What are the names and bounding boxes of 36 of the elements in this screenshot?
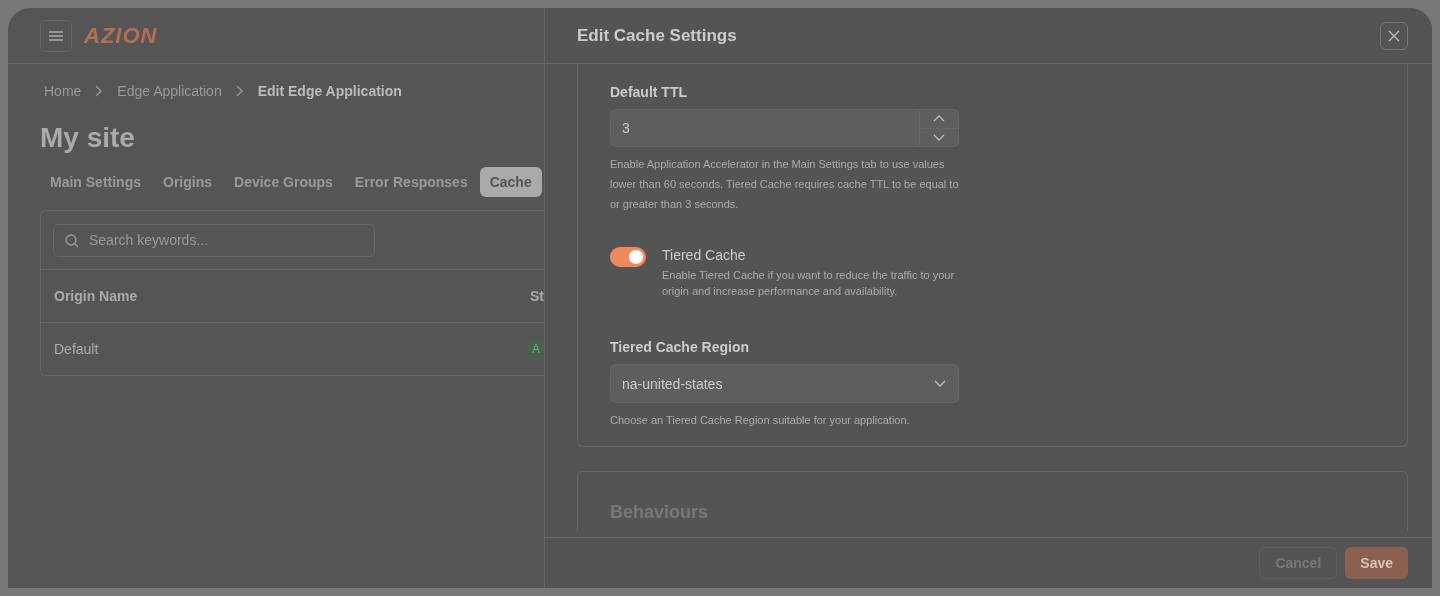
save-button[interactable]: Save: [1345, 547, 1408, 579]
tab[interactable]: Error Responses: [344, 167, 478, 197]
help-text: Enable Tiered Cache if you want to reduce the traffic to your origin and increase performance and availability.: [662, 268, 956, 299]
help-text: Enable Application Accelerator in the Main Settings tab to use values lower than 60 seconds. Tiered Cache requires cache TTL to be equal to or greater than 3 seconds.: [610, 157, 960, 212]
page-title: My site: [40, 121, 136, 155]
breadcrumb-link[interactable]: Home: [44, 83, 82, 99]
table-cell: Default: [54, 341, 99, 357]
logo[interactable]: AZION: [84, 22, 158, 49]
search-field[interactable]: Search keywords...: [53, 223, 375, 257]
number-field[interactable]: 3: [610, 109, 959, 147]
chevron-right-icon: [95, 85, 104, 97]
help-text: Choose an Tiered Cache Region suitable for your application.: [610, 413, 911, 428]
menu-button[interactable]: [40, 19, 72, 52]
tab[interactable]: Cache: [479, 167, 542, 197]
tab[interactable]: Origins: [153, 167, 223, 197]
chevron-up-icon: [933, 115, 945, 123]
field-label: Tiered Cache Region: [610, 339, 750, 355]
column-header: St: [530, 288, 544, 304]
breadcrumb-link[interactable]: Edge Application: [117, 83, 222, 99]
toggle-switch[interactable]: [610, 247, 646, 267]
menu-icon: [49, 30, 63, 41]
drawer-title: Edit Cache Settings: [577, 25, 737, 46]
tab[interactable]: Device Groups: [224, 167, 343, 197]
chevron-down-icon: [934, 380, 946, 387]
search-icon: [65, 233, 79, 248]
field-label: Default TTL: [610, 84, 688, 100]
column-header: Origin Name: [54, 288, 138, 304]
close-icon: [1388, 29, 1400, 42]
tab[interactable]: Main Settings: [40, 167, 151, 197]
chevron-right-icon: [235, 85, 244, 97]
close-button[interactable]: [1380, 21, 1408, 50]
breadcrumb-link[interactable]: Edit Edge Application: [257, 83, 402, 99]
region-dropdown[interactable]: na-united-states: [610, 364, 959, 403]
toggle-label: Tiered Cache: [662, 247, 747, 263]
status-tag: A: [528, 338, 544, 360]
chevron-down-icon: [933, 133, 945, 141]
